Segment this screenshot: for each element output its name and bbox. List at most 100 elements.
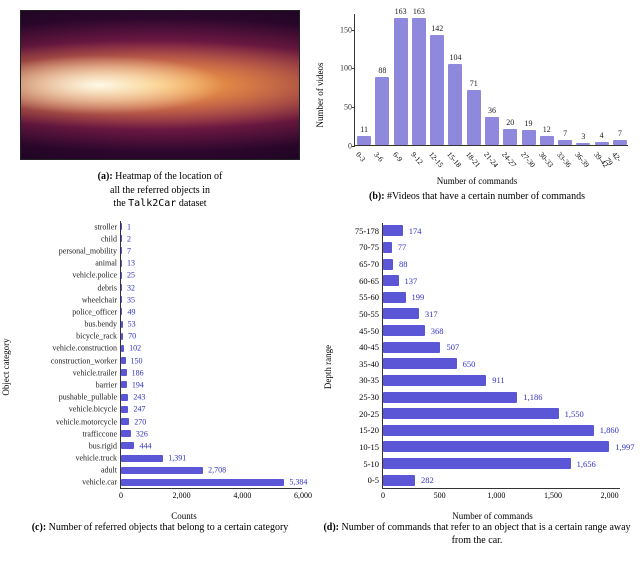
chart-d-bar <box>383 342 440 353</box>
chart-c-category: vehicle.construction <box>52 344 121 353</box>
chart-b-category: 21-24 <box>482 150 500 169</box>
chart-d-xtick: 1,000 <box>487 488 505 500</box>
chart-d-value: 911 <box>488 375 504 385</box>
caption-b: (b): #Videos that have a certain number … <box>369 190 585 204</box>
caption-a-label: (a): <box>98 171 113 182</box>
chart-b-category: 12-15 <box>427 150 445 169</box>
chart-d-value: 1,997 <box>611 442 634 452</box>
chart-d-bar <box>383 242 392 253</box>
chart-b-category: 30-33 <box>537 150 555 169</box>
chart-d-value: 137 <box>401 276 418 286</box>
chart-b-bar <box>576 143 590 145</box>
chart-c: Object category 02,0004,0006,000stroller… <box>10 217 310 517</box>
chart-c-value: 102 <box>126 344 141 353</box>
chart-c-bar <box>121 247 122 254</box>
chart-b-value: 19 <box>525 119 533 128</box>
chart-b-value: 3 <box>581 132 585 141</box>
chart-b-value: 12 <box>543 125 551 134</box>
chart-d-bar <box>383 458 571 469</box>
chart-c-category: vehicle.police <box>72 271 121 280</box>
chart-b-value: 104 <box>449 53 461 62</box>
chart-b-category: 33-36 <box>555 150 573 169</box>
chart-c-value: 49 <box>124 307 135 316</box>
chart-d-xtick: 1,500 <box>544 488 562 500</box>
caption-b-text: #Videos that have a certain number of co… <box>387 191 585 202</box>
chart-d-xtick: 2,000 <box>601 488 619 500</box>
chart-c-value: 5,384 <box>286 478 307 487</box>
chart-c-category: vehicle.car <box>82 478 121 487</box>
chart-d-bar <box>383 325 425 336</box>
chart-b-bar <box>375 77 389 145</box>
chart-b-bar <box>613 140 627 145</box>
chart-b-category: 0-3 <box>354 150 367 163</box>
chart-c-bar <box>121 455 163 462</box>
figure-grid: (a): Heatmap of the location of all the … <box>0 0 640 558</box>
chart-c-value: 32 <box>124 283 135 292</box>
chart-d-bar <box>383 475 415 486</box>
chart-d-value: 1,550 <box>561 409 584 419</box>
chart-c-category: vehicle.truck <box>75 454 121 463</box>
chart-c-bar <box>121 430 131 437</box>
chart-c-bar <box>121 418 129 425</box>
chart-b-bar <box>394 18 408 145</box>
chart-b-xlabel: Number of commands <box>437 176 517 186</box>
chart-d-bar <box>383 225 403 236</box>
chart-d-value: 282 <box>417 475 434 485</box>
chart-d-value: 77 <box>394 242 407 252</box>
chart-c-plot: 02,0004,0006,000stroller1child2personal_… <box>120 221 302 489</box>
chart-d-bar <box>383 375 486 386</box>
chart-c-category: vehicle.trailer <box>73 368 121 377</box>
chart-d-category: 25-30 <box>359 392 383 402</box>
chart-b-value: 163 <box>413 7 425 16</box>
chart-c-xtick: 0 <box>119 488 123 500</box>
chart-d-bar <box>383 259 393 270</box>
chart-d-category: 70-75 <box>359 242 383 252</box>
chart-d-plot: 05001,0001,5002,00075-17817470-757765-70… <box>382 223 620 489</box>
chart-c-category: animal <box>95 259 121 268</box>
chart-b-value: 11 <box>360 125 368 134</box>
chart-c-value: 186 <box>129 368 144 377</box>
chart-c-value: 70 <box>125 332 136 341</box>
chart-d-value: 1,186 <box>519 392 542 402</box>
chart-b-bar <box>412 18 426 145</box>
chart-b-ylabel: Number of videos <box>315 63 325 128</box>
chart-b-category: 27-30 <box>519 150 537 169</box>
caption-d-label: (d): <box>323 522 339 533</box>
chart-b-value: 142 <box>431 24 443 33</box>
chart-c-value: 1 <box>124 222 131 231</box>
chart-d-category: 30-35 <box>359 375 383 385</box>
chart-d-bar <box>383 358 457 369</box>
chart-c-bar <box>121 296 122 303</box>
chart-c-category: stroller <box>94 222 121 231</box>
chart-c-category: bus.rigid <box>89 441 121 450</box>
chart-c-ylabel: Object category <box>1 338 11 395</box>
chart-b-category: 18-21 <box>464 150 482 169</box>
chart-c-xlabel: Counts <box>171 511 197 521</box>
chart-c-category: construction_worker <box>51 356 121 365</box>
caption-a-l1: Heatmap of the location of <box>115 171 222 182</box>
chart-c-xtick: 2,000 <box>173 488 191 500</box>
chart-d-value: 317 <box>421 309 438 319</box>
chart-b-category: 24-27 <box>500 150 518 169</box>
chart-d-value: 650 <box>459 359 476 369</box>
chart-d-value: 174 <box>405 226 422 236</box>
chart-c-xtick: 6,000 <box>294 488 312 500</box>
chart-c-bar <box>121 223 122 230</box>
chart-b-bar <box>430 35 444 145</box>
chart-c-bar <box>121 321 123 328</box>
chart-c-bar <box>121 345 124 352</box>
chart-d-xlabel: Number of commands <box>452 511 532 521</box>
chart-d-category: 20-25 <box>359 409 383 419</box>
chart-d-category: 0-5 <box>368 475 383 485</box>
chart-b-bar <box>485 117 499 145</box>
chart-c-value: 326 <box>133 429 148 438</box>
chart-d-category: 65-70 <box>359 259 383 269</box>
chart-b-value: 7 <box>618 129 622 138</box>
caption-c-text: Number of referred objects that belong t… <box>49 522 289 533</box>
chart-c-bar <box>121 406 128 413</box>
chart-b-category: 15-18 <box>446 150 464 169</box>
chart-b-bar <box>558 140 572 145</box>
chart-c-value: 7 <box>124 246 131 255</box>
chart-d-category: 10-15 <box>359 442 383 452</box>
caption-b-label: (b): <box>369 191 385 202</box>
